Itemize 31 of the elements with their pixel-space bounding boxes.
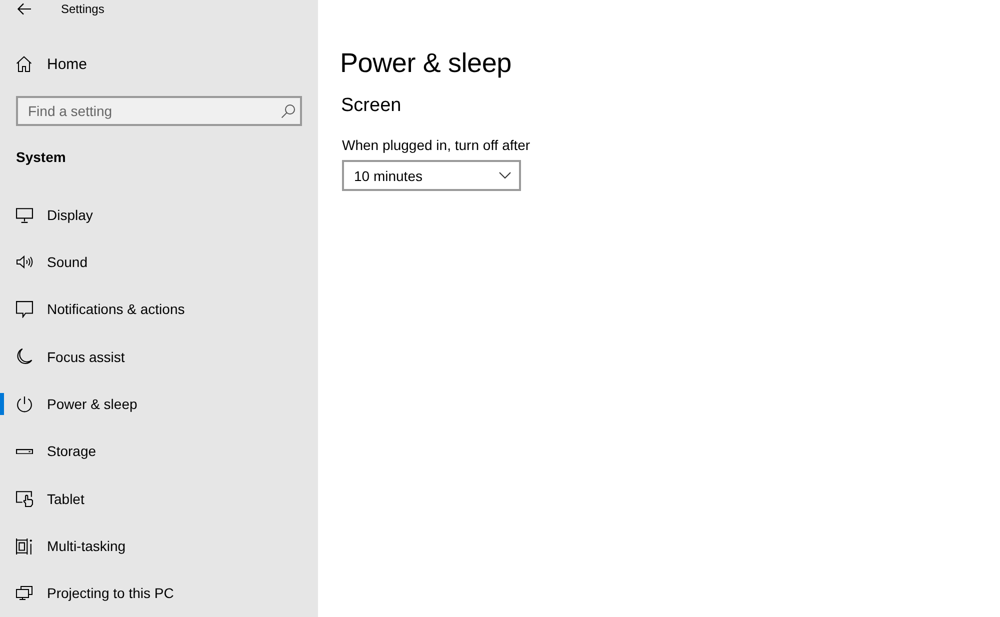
timeout-dropdown[interactable]: 10 minutes (342, 160, 521, 191)
monitors-icon (16, 586, 33, 601)
drive-icon (16, 448, 33, 454)
sidebar-item[interactable]: Multi-tasking (0, 522, 318, 570)
sidebar-item[interactable]: Notifications & actions (0, 286, 318, 334)
page-title: Power & sleep (340, 47, 512, 80)
search-field[interactable]: Find a setting (16, 96, 302, 126)
back-button[interactable] (17, 2, 32, 15)
chevron-down-icon (499, 172, 511, 179)
sidebar-item[interactable]: Projecting to this PC (0, 570, 318, 617)
home-icon (16, 56, 32, 72)
sidebar-item[interactable]: Tablet (0, 475, 318, 522)
sidebar-item[interactable]: Power & sleep (0, 380, 318, 428)
home-link[interactable]: Home (0, 44, 318, 84)
section-heading: System (16, 148, 67, 168)
search-icon (281, 104, 295, 118)
monitor-icon (16, 206, 33, 223)
sidebar-item[interactable]: Sound (0, 238, 318, 286)
back-arrow-icon (17, 2, 32, 15)
sidebar-item[interactable]: Focus assist (0, 333, 318, 380)
tablet-touch-icon (16, 490, 33, 508)
speaker-icon (16, 254, 33, 270)
sidebar-item[interactable]: Display (0, 191, 318, 238)
power-icon (16, 396, 33, 413)
sidebar-item[interactable]: Storage (0, 428, 318, 476)
crescent-moon-icon (16, 348, 33, 366)
speech-bubble-icon (16, 300, 33, 318)
multitask-icon (16, 538, 33, 555)
setting-label: When plugged in, turn off after (342, 136, 530, 154)
section-heading: Screen (341, 94, 402, 118)
window-title: Settings (61, 0, 104, 17)
